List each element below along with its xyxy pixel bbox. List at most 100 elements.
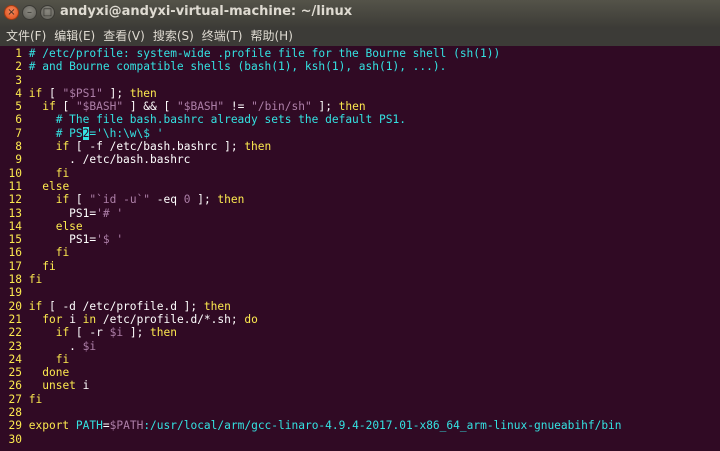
code-line: 6 # The file bash.bashrc already sets th… [2, 113, 622, 126]
code-line: 17 fi [2, 260, 622, 273]
line-number: 13 [8, 206, 22, 220]
code-line: 4 if [ "$PS1" ]; then [2, 87, 622, 100]
keyword-text: if [55, 140, 70, 154]
code-text: PS1= [28, 233, 97, 247]
code-line: 29 export PATH=$PATH:/usr/local/arm/gcc-… [2, 419, 622, 432]
line-number: 26 [8, 379, 22, 393]
code-line: 18 fi [2, 273, 622, 286]
keyword-text: fi [28, 392, 43, 406]
code-line: 5 if [ "$BASH" ] && [ "$BASH" != "/bin/s… [2, 100, 622, 113]
code-text: [ [55, 100, 76, 114]
title-bar: × – □ andyxi@andyxi-virtual-machine: ~/l… [0, 0, 720, 27]
string-text: '$ ' [96, 233, 124, 247]
window-title: andyxi@andyxi-virtual-machine: ~/linux [60, 4, 353, 19]
code-line: 7 # PS2='\h:\w\$ ' [2, 126, 622, 140]
comment-text: PATH [75, 419, 103, 433]
line-number: 4 [15, 86, 22, 100]
menu-bar: 文件(F) 编辑(E) 查看(V) 搜索(S) 终端(T) 帮助(H) [0, 27, 720, 46]
line-number: 11 [8, 179, 22, 193]
maximize-icon: □ [42, 7, 53, 18]
menu-edit[interactable]: 编辑(E) [50, 27, 99, 46]
line-number: 8 [15, 140, 22, 154]
comment-text: # /etc/profile: system-wide .profile fil… [28, 47, 501, 60]
keyword-text: then [150, 326, 177, 340]
line-number: 12 [8, 193, 22, 207]
code-line: 23 . $i [2, 340, 622, 353]
code-text: . /etc/bash.bashrc [28, 153, 191, 167]
code-line: 25 done [2, 366, 622, 379]
line-number: 16 [8, 246, 22, 260]
close-button[interactable]: × [4, 5, 19, 20]
menu-help[interactable]: 帮助(H) [247, 27, 297, 46]
line-number: 6 [15, 113, 22, 127]
code-text: . [28, 339, 83, 353]
code-line: 1 # /etc/profile: system-wide .profile f… [2, 47, 622, 60]
code-line: 3 [2, 74, 622, 87]
menu-search[interactable]: 搜索(S) [149, 27, 198, 46]
comment-text: # The file bash.bashrc already sets the … [28, 113, 406, 127]
keyword-text: do [244, 312, 258, 326]
code-line: 24 fi [2, 353, 622, 366]
code-text: ]; [190, 193, 218, 207]
code-text: ]; [311, 100, 339, 114]
keyword-text: if [28, 299, 43, 313]
code-line: 12 if [ "`id -u`" -eq 0 ]; then [2, 193, 622, 206]
code-text: PS1= [28, 206, 97, 220]
comment-text: # PS [28, 126, 83, 140]
string-text: $PATH [109, 419, 144, 433]
terminal-area[interactable]: 1 # /etc/profile: system-wide .profile f… [0, 46, 720, 451]
line-number: 30 [8, 432, 22, 446]
code-text: [ [69, 193, 90, 207]
code-text: [ -r [69, 326, 110, 340]
line-number: 19 [8, 286, 22, 300]
code-line: 13 PS1='# ' [2, 207, 622, 220]
code-text: ] && [ [123, 100, 177, 114]
code-text: = [102, 419, 110, 433]
string-text: "`id -u`" [89, 193, 151, 207]
code-text: [ -d /etc/profile.d ]; [42, 299, 204, 313]
keyword-text: fi [55, 166, 70, 180]
code-line: 10 fi [2, 167, 622, 180]
code-line: 15 PS1='$ ' [2, 233, 622, 246]
vim-editor-buffer[interactable]: 1 # /etc/profile: system-wide .profile f… [2, 47, 622, 446]
minimize-button[interactable]: – [22, 5, 37, 20]
code-line: 21 for i in /etc/profile.d/*.sh; do [2, 313, 622, 326]
code-line: 27 fi [2, 393, 622, 406]
comment-text: ='\h:\w\$ ' [89, 126, 164, 140]
string-text: $i [109, 326, 124, 340]
string-text: "$BASH" [75, 100, 124, 114]
maximize-button[interactable]: □ [40, 5, 55, 20]
comment-text: :/usr/local/arm/gcc-linaro-4.9.4-2017.01… [143, 419, 622, 433]
code-text: -eq [150, 193, 184, 207]
menu-file[interactable]: 文件(F) [2, 27, 50, 46]
code-text: /etc/profile.d/*.sh; [96, 312, 245, 326]
line-number: 27 [8, 392, 22, 406]
keyword-text: then [203, 299, 231, 313]
menu-view[interactable]: 查看(V) [99, 27, 149, 46]
keyword-text: fi [55, 352, 70, 366]
line-number: 24 [8, 352, 22, 366]
line-number: 1 [15, 47, 22, 60]
keyword-text: then [244, 140, 272, 154]
string-text: "$PS1" [62, 86, 103, 100]
menu-terminal[interactable]: 终端(T) [198, 27, 247, 46]
line-number: 28 [8, 406, 22, 420]
code-line: 2 # and Bourne compatible shells (bash(1… [2, 60, 622, 73]
string-text: $i [82, 339, 97, 353]
code-line: 8 if [ -f /etc/bash.bashrc ]; then [2, 140, 622, 153]
line-number: 22 [8, 326, 22, 340]
keyword-text: if [55, 326, 70, 340]
keyword-text: in [82, 312, 97, 326]
code-line: 11 else [2, 180, 622, 193]
code-line: 22 if [ -r $i ]; then [2, 326, 622, 339]
string-text: '# ' [96, 206, 124, 220]
line-number: 20 [8, 299, 22, 313]
